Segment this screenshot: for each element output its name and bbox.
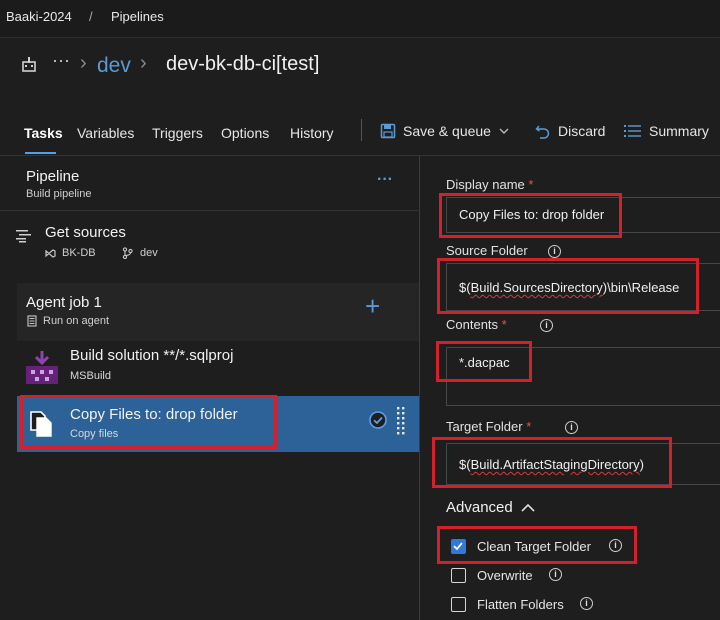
summary-button[interactable]: Summary [624, 123, 709, 139]
contents-label: Contents * [446, 317, 507, 332]
list-icon [624, 125, 641, 137]
sources-icon [16, 230, 31, 243]
visual-studio-icon [45, 249, 56, 258]
enabled-check-icon[interactable] [369, 411, 387, 429]
task-copy-files[interactable]: Copy Files to: drop folder Copy files [17, 396, 419, 452]
task-subtitle: Copy files [70, 428, 119, 440]
drag-handle-icon[interactable] [397, 407, 405, 435]
tab-triggers[interactable]: Triggers [152, 125, 203, 141]
agent-icon [27, 315, 37, 327]
get-sources-title: Get sources [45, 224, 126, 241]
task-title: Build solution **/*.sqlproj [70, 347, 234, 364]
flatten-folders-label: Flatten Folders [477, 597, 564, 612]
pipeline-more-button[interactable]: ··· [377, 171, 393, 189]
advanced-section-toggle[interactable]: Advanced [446, 499, 535, 516]
info-icon[interactable]: i [549, 568, 562, 581]
target-folder-label: Target Folder * [446, 419, 532, 434]
pipeline-heading[interactable]: Pipeline [26, 168, 79, 185]
pipeline-title: dev-bk-db-ci[test] [166, 53, 320, 75]
chevron-down-icon [499, 128, 509, 134]
agent-job-title: Agent job 1 [26, 294, 102, 311]
info-icon[interactable]: i [540, 319, 553, 332]
discard-button[interactable]: Discard [535, 123, 605, 139]
task-subtitle: MSBuild [70, 370, 111, 382]
breadcrumb-chevron-icon: › [80, 52, 87, 74]
info-icon[interactable]: i [548, 245, 561, 258]
tab-variables[interactable]: Variables [77, 125, 134, 141]
tab-tasks[interactable]: Tasks [24, 125, 63, 141]
breadcrumb-project[interactable]: Baaki-2024 [6, 9, 72, 24]
more-breadcrumbs-button[interactable]: ··· [52, 50, 70, 71]
add-task-button[interactable]: + [365, 291, 380, 322]
agent-job-subtitle: Run on agent [43, 315, 110, 327]
breadcrumb-folder-dev[interactable]: dev [97, 54, 131, 78]
copy-files-icon [30, 411, 52, 437]
display-name-label: Display name * [446, 177, 534, 192]
pipeline-subtitle: Build pipeline [26, 188, 92, 200]
pipeline-header: ··· › dev › dev-bk-db-ci[test] Tasks Var… [0, 38, 720, 156]
overwrite-label: Overwrite [477, 568, 533, 583]
clean-target-folder-label: Clean Target Folder [477, 539, 591, 554]
get-sources-item[interactable]: Get sources BK-DB dev [0, 211, 420, 271]
source-folder-label: Source Folder [446, 243, 528, 258]
info-icon[interactable]: i [580, 597, 593, 610]
undo-icon [535, 125, 550, 139]
info-icon[interactable]: i [609, 539, 622, 552]
info-icon[interactable]: i [565, 421, 578, 434]
checkmark-icon [453, 542, 463, 551]
active-tab-indicator [25, 152, 56, 154]
chevron-up-icon [521, 503, 535, 512]
task-title: Copy Files to: drop folder [70, 406, 238, 423]
flatten-folders-checkbox[interactable] [451, 597, 466, 612]
advanced-label: Advanced [446, 499, 513, 516]
branch-name: dev [140, 247, 158, 259]
discard-label: Discard [558, 123, 606, 139]
save-icon [380, 123, 396, 139]
repo-name: BK-DB [62, 247, 96, 259]
breadcrumb-separator: / [89, 9, 93, 24]
tab-history[interactable]: History [290, 125, 334, 141]
display-name-input[interactable]: Copy Files to: drop folder [446, 197, 720, 233]
top-breadcrumb-bar: Baaki-2024 / Pipelines [0, 0, 720, 38]
toolbar-divider [361, 119, 362, 141]
save-and-queue-button[interactable]: Save & queue [380, 123, 510, 139]
task-build-solution[interactable]: Build solution **/*.sqlproj MSBuild [17, 341, 419, 397]
breadcrumb-pipelines[interactable]: Pipelines [111, 9, 164, 24]
build-pipeline-icon [22, 57, 36, 72]
overwrite-checkbox[interactable] [451, 568, 466, 583]
target-folder-input[interactable]: $(Build.ArtifactStagingDirectory) [446, 443, 720, 485]
msbuild-icon [26, 351, 58, 384]
tab-options[interactable]: Options [221, 125, 269, 141]
summary-label: Summary [649, 123, 709, 139]
clean-target-folder-checkbox[interactable] [451, 539, 466, 554]
contents-textarea[interactable]: *.dacpac [446, 347, 720, 406]
branch-icon [122, 247, 133, 259]
agent-job-phase[interactable]: Agent job 1 Run on agent + [17, 283, 419, 341]
breadcrumb-chevron-icon: › [140, 52, 147, 74]
source-folder-input[interactable]: $(Build.SourcesDirectory)\bin\Release [446, 263, 720, 311]
save-and-queue-label: Save & queue [403, 123, 491, 139]
task-list-pane: Pipeline Build pipeline ··· Get sources … [0, 156, 420, 620]
